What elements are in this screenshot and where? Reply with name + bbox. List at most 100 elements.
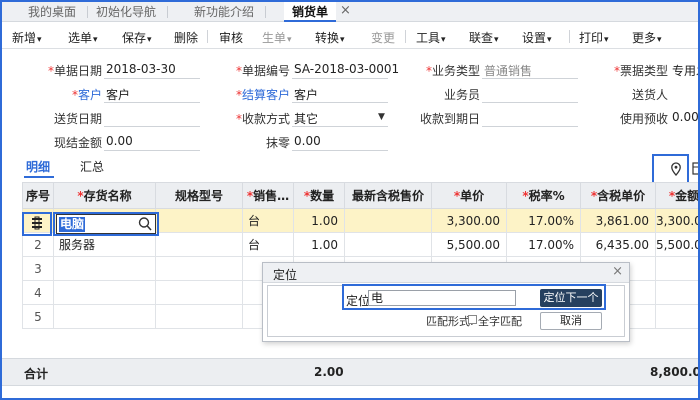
due-date-field[interactable]	[482, 126, 578, 127]
cell-spec[interactable]	[155, 256, 243, 281]
cell-amount[interactable]	[655, 304, 698, 329]
settle-customer-field	[292, 102, 388, 103]
doc-no-label: *单据编号	[235, 64, 290, 78]
col-header-qty[interactable]: *数量	[293, 182, 345, 209]
tools-button[interactable]: 工具▾	[416, 29, 446, 46]
new-button[interactable]: 新增▾	[12, 29, 42, 46]
cell-price[interactable]: 5,500.00	[431, 232, 507, 257]
rounding-value[interactable]: 0.00	[294, 134, 321, 148]
cell-spec[interactable]	[155, 232, 243, 257]
cell-seq: 5	[22, 304, 54, 329]
col-header-unit[interactable]: *销售…	[242, 182, 294, 209]
settle-customer-label[interactable]: *结算客户	[230, 86, 290, 103]
cell-spec[interactable]	[155, 208, 243, 233]
cell-spec[interactable]	[155, 280, 243, 305]
bill-type-value[interactable]: 专用发	[672, 62, 698, 79]
settle-customer-value[interactable]: 客户	[294, 86, 318, 103]
col-header-tax-price[interactable]: *含税单价	[580, 182, 656, 209]
find-input[interactable]: 电	[368, 290, 516, 306]
cell-seq: 4	[22, 280, 54, 305]
customer-value[interactable]: 客户	[106, 86, 130, 103]
col-header-tax-rate[interactable]: *税率%	[506, 182, 581, 209]
cell-qty[interactable]: 1.00	[293, 232, 345, 257]
product-name-input[interactable]: 电脑	[56, 214, 156, 234]
tab-summary[interactable]: 汇总	[80, 158, 104, 175]
totals-qty: 2.00	[314, 365, 344, 379]
cell-price[interactable]: 3,300.00	[431, 208, 507, 233]
cell-tax-rate[interactable]: 17.00%	[506, 208, 581, 233]
print-button[interactable]: 打印▾	[579, 29, 609, 46]
cash-settle-value[interactable]: 0.00	[106, 134, 133, 148]
settings-button[interactable]: 设置▾	[522, 29, 552, 46]
tab-detail[interactable]: 明细	[26, 158, 50, 175]
doc-no-value[interactable]: SA-2018-03-0001	[294, 62, 399, 76]
more-button[interactable]: 更多▾	[632, 29, 662, 46]
column-settings-icon[interactable]	[692, 162, 698, 179]
tab-new-features[interactable]: 新功能介绍	[194, 2, 267, 22]
delivery-date-field[interactable]	[104, 126, 200, 127]
approve-button[interactable]: 审核	[219, 29, 243, 46]
cell-unit[interactable]: 台	[242, 208, 294, 233]
tab-desktop[interactable]: 我的桌面	[28, 2, 89, 22]
cell-seq: 2	[22, 232, 54, 257]
doc-date-field	[104, 78, 200, 79]
toolbar-divider	[569, 30, 570, 43]
cell-unit[interactable]: 台	[242, 232, 294, 257]
cell-amount[interactable]	[655, 256, 698, 281]
cell-spec[interactable]	[155, 304, 243, 329]
find-next-button[interactable]: 定位下一个	[540, 289, 602, 307]
cell-amount[interactable]: 3,300.00	[655, 208, 698, 233]
col-header-spec[interactable]: 规格型号	[155, 182, 243, 209]
col-header-seq[interactable]: 序号	[22, 182, 54, 209]
delete-button[interactable]: 删除	[174, 29, 198, 46]
biz-type-label: *业务类型	[425, 64, 480, 78]
use-prepaid-value[interactable]: 0.00	[672, 110, 698, 124]
cell-tax-price[interactable]: 3,861.00	[580, 208, 656, 233]
search-icon[interactable]	[138, 216, 152, 235]
toolbar: 新增▾ 选单▾ 保存▾ 删除 审核 生单▾ 转换▾ 变更 工具▾ 联查▾ 设置▾…	[2, 23, 698, 49]
biz-type-value[interactable]: 普通销售	[484, 62, 532, 79]
cell-latest-price[interactable]	[344, 208, 432, 233]
cell-name[interactable]	[53, 304, 156, 329]
dialog-header[interactable]: 定位 ×	[263, 263, 629, 283]
col-header-name[interactable]: *存货名称	[53, 182, 156, 209]
col-header-price[interactable]: *单价	[431, 182, 507, 209]
salesman-field[interactable]	[482, 102, 578, 103]
cell-qty[interactable]: 1.00	[293, 208, 345, 233]
close-icon[interactable]: ×	[612, 264, 623, 279]
customer-label[interactable]: *客户	[42, 86, 102, 103]
chevron-down-icon[interactable]: ▼	[378, 112, 385, 122]
cell-tax-price[interactable]: 6,435.00	[580, 232, 656, 257]
generate-doc-button[interactable]: 生单▾	[262, 29, 292, 46]
cell-name[interactable]	[53, 256, 156, 281]
link-query-button[interactable]: 联查▾	[469, 29, 499, 46]
cell-latest-price[interactable]	[344, 232, 432, 257]
cell-name[interactable]	[53, 280, 156, 305]
table-row[interactable]: 2 服务器 台 1.00 5,500.00 17.00% 6,435.00 5,…	[22, 232, 698, 257]
tab-init-nav[interactable]: 初始化导航	[96, 2, 169, 22]
whole-word-label[interactable]: 全字匹配	[478, 313, 522, 329]
row-handle-icon[interactable]	[30, 216, 44, 234]
doc-date-value[interactable]: 2018-03-30	[106, 62, 176, 76]
select-doc-button[interactable]: 选单▾	[68, 29, 98, 46]
totals-bar	[2, 358, 698, 386]
whole-word-checkbox[interactable]	[468, 315, 477, 324]
tab-close-icon[interactable]: ×	[340, 3, 351, 18]
change-button[interactable]: 变更	[371, 29, 395, 46]
product-name-value: 电脑	[59, 217, 86, 232]
convert-button[interactable]: 转换▾	[315, 29, 345, 46]
toolbar-divider	[405, 30, 406, 43]
totals-amount: 8,800.00	[650, 365, 698, 379]
deliverer-label: 送货人	[631, 88, 668, 102]
cell-amount[interactable]: 5,500.00	[655, 232, 698, 257]
col-header-amount[interactable]: *金额	[655, 182, 698, 209]
location-pin-icon[interactable]	[670, 162, 682, 179]
cell-name[interactable]: 服务器	[53, 232, 156, 257]
cell-amount[interactable]	[655, 280, 698, 305]
collection-method-value[interactable]: 其它	[294, 110, 318, 127]
cell-tax-rate[interactable]: 17.00%	[506, 232, 581, 257]
save-button[interactable]: 保存▾	[122, 29, 152, 46]
cancel-button[interactable]: 取消	[540, 312, 602, 330]
col-header-latest-price[interactable]: 最新含税售价	[344, 182, 432, 209]
tab-sales-order[interactable]: 销货单	[284, 2, 337, 22]
